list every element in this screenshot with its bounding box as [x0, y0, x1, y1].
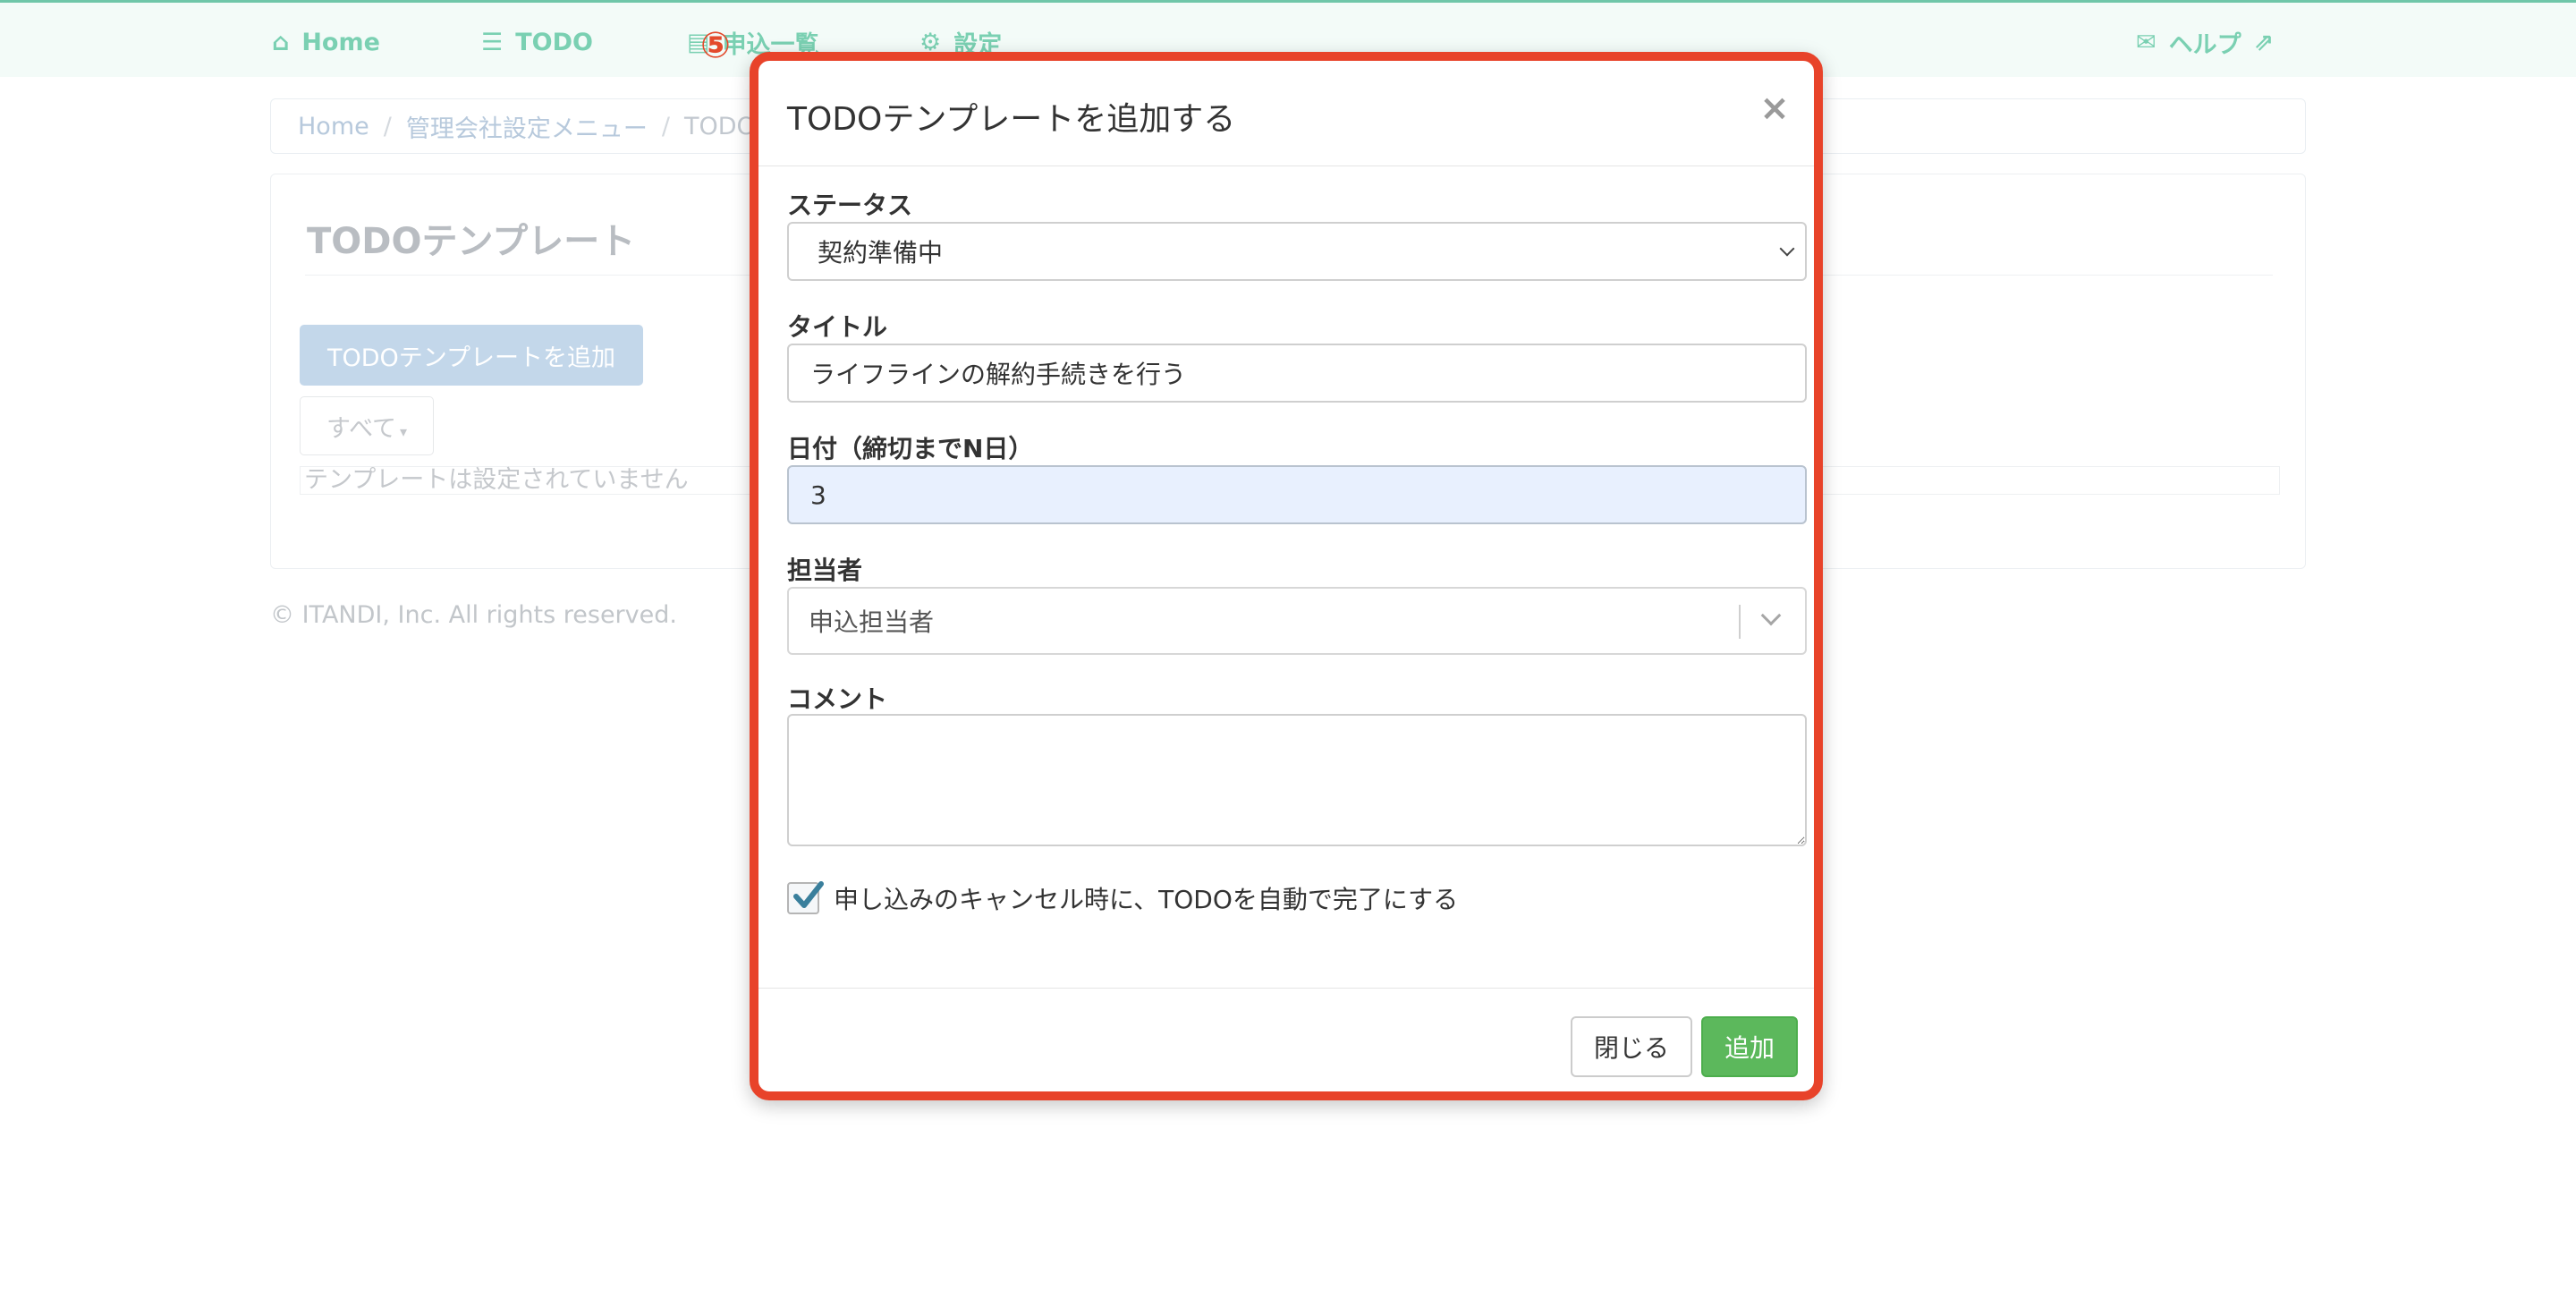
auto-complete-label: 申し込みのキャンセル時に、TODOを自動で完了にする: [834, 885, 1459, 914]
modal-title: TODOテンプレートを追加する: [787, 101, 1236, 138]
external-link-icon: ⇗: [2253, 28, 2275, 56]
title-input-value: ライフラインの解約手続きを行う: [810, 360, 1187, 389]
checkmark-icon: [793, 881, 824, 908]
chevron-down-icon[interactable]: [1760, 605, 1782, 626]
list-icon: ☰: [481, 28, 504, 56]
footer-divider: [758, 988, 1814, 989]
add-template-button[interactable]: TODOテンプレートを追加: [300, 325, 643, 386]
date-input-value: 3: [810, 480, 826, 510]
nav-help[interactable]: ✉ ヘルプ ⇗: [2136, 24, 2274, 60]
date-input[interactable]: 3: [787, 465, 1807, 524]
close-icon[interactable]: ×: [1755, 86, 1794, 131]
breadcrumb-settings-menu[interactable]: 管理会社設定メニュー: [406, 109, 648, 144]
select-divider: [1739, 605, 1741, 639]
nav-home-label: Home: [301, 28, 380, 56]
status-value: 契約準備中: [818, 238, 944, 267]
close-button[interactable]: 閉じる: [1571, 1016, 1692, 1077]
breadcrumb-separator: /: [661, 112, 670, 140]
home-icon: ⌂: [272, 28, 290, 56]
filter-dropdown[interactable]: すべて ▾: [300, 396, 434, 455]
add-button[interactable]: 追加: [1701, 1016, 1798, 1077]
assignee-label: 担当者: [787, 556, 863, 585]
envelope-icon: ✉: [2136, 28, 2157, 56]
comment-textarea[interactable]: [787, 714, 1807, 846]
modal-header: TODOテンプレートを追加する ×: [758, 61, 1814, 166]
auto-complete-checkbox[interactable]: [787, 881, 824, 914]
auto-complete-option[interactable]: 申し込みのキャンセル時に、TODOを自動で完了にする: [787, 880, 1458, 916]
caret-down-icon: ▾: [400, 422, 408, 440]
screen: ⌂ Home ☰ TODO ▤ 申込一覧 ⚙ 設定 ✉ ヘルプ ⇗ ⑤ Home…: [0, 0, 2576, 1299]
nav-help-label: ヘルプ: [2168, 30, 2241, 59]
nav-home[interactable]: ⌂ Home: [272, 24, 380, 60]
comment-label: コメント: [787, 684, 888, 714]
nav-todo[interactable]: ☰ TODO: [481, 24, 593, 60]
title-input[interactable]: ライフラインの解約手続きを行う: [787, 344, 1807, 403]
date-label: 日付（締切までN日）: [787, 434, 1034, 463]
footer-copyright: © ITANDI, Inc. All rights reserved.: [270, 601, 677, 629]
status-select[interactable]: 契約準備中: [787, 222, 1807, 281]
chevron-down-icon: [1779, 241, 1795, 257]
breadcrumb-home[interactable]: Home: [298, 113, 369, 140]
page-title: TODOテンプレート: [307, 221, 636, 262]
status-label: ステータス: [787, 191, 913, 220]
add-todo-template-modal: TODOテンプレートを追加する × ステータス 契約準備中 タイトル ライフライ…: [750, 52, 1823, 1100]
nav-todo-label: TODO: [515, 28, 593, 56]
assignee-select[interactable]: 申込担当者: [787, 587, 1807, 655]
breadcrumb-separator: /: [383, 112, 392, 140]
title-label: タイトル: [787, 312, 888, 342]
step-marker: ⑤: [700, 25, 731, 66]
breadcrumb-current: TODO: [683, 112, 756, 140]
filter-label: すべて: [326, 414, 396, 443]
assignee-placeholder: 申込担当者: [809, 607, 935, 637]
